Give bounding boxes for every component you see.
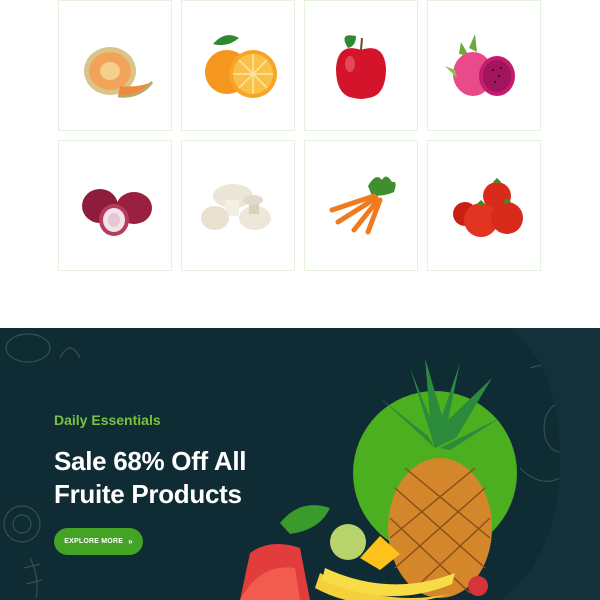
product-card-cantaloupe[interactable] bbox=[58, 0, 172, 131]
explore-more-button[interactable]: EXPLORE MORE » bbox=[54, 528, 143, 555]
product-card-apple[interactable] bbox=[304, 0, 418, 131]
tomato-icon bbox=[453, 177, 523, 237]
dragonfruit-icon bbox=[445, 33, 515, 96]
product-card-carrot[interactable] bbox=[304, 140, 418, 271]
product-card-tomato[interactable] bbox=[427, 140, 541, 271]
product-card-mushroom[interactable] bbox=[181, 140, 295, 271]
onion-icon bbox=[82, 188, 152, 236]
fruit-basket-image bbox=[240, 358, 517, 600]
product-card-orange[interactable] bbox=[181, 0, 295, 131]
orange-icon bbox=[205, 34, 277, 98]
apple-icon bbox=[336, 34, 386, 99]
product-grid bbox=[58, 0, 542, 272]
explore-more-label: EXPLORE MORE bbox=[64, 538, 124, 545]
mushroom-icon bbox=[201, 183, 271, 230]
double-chevron-right-icon: » bbox=[128, 537, 133, 546]
product-card-dragon-fruit[interactable] bbox=[427, 0, 541, 131]
melon-icon bbox=[84, 46, 154, 98]
carrot-icon bbox=[329, 175, 396, 234]
promo-banner: Daily Essentials Sale 68% Off All Fruite… bbox=[0, 328, 600, 600]
banner-eyebrow: Daily Essentials bbox=[54, 412, 161, 428]
product-card-onion[interactable] bbox=[58, 140, 172, 271]
